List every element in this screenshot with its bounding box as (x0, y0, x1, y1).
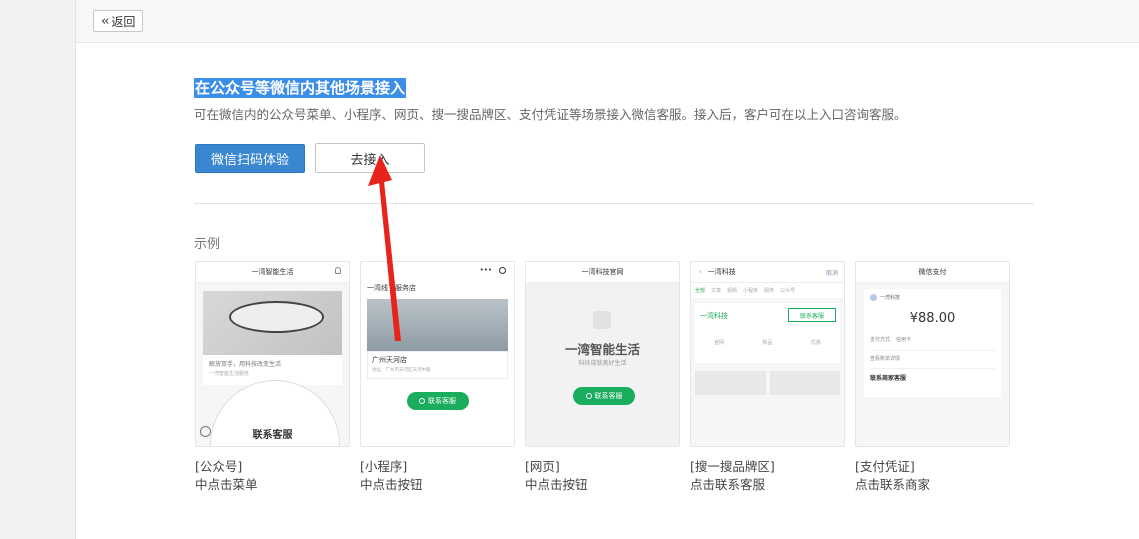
divider (194, 203, 1034, 204)
contact-service-button: 联系客服 (788, 308, 836, 322)
card-header: 微信支付 (856, 262, 1009, 283)
examples-label: 示例 (194, 237, 221, 252)
caption-title: [公众号] (195, 459, 243, 474)
search-query: 一湾科技 (707, 268, 736, 276)
button-label: 联系客服 (428, 397, 456, 405)
tab: 公众号 (780, 288, 796, 294)
pay-method-value: 信用卡 (896, 337, 912, 343)
icon-label: 优惠 (810, 340, 821, 346)
user-icon (335, 267, 341, 274)
card-text: 解放双手，用科技改变生活 (209, 361, 282, 368)
more-icon: ••• (479, 266, 492, 274)
caption-payment: [支付凭证] 点击联系商家 (855, 458, 930, 494)
tab: 文章 (711, 288, 722, 294)
brand-name: 一湾智能生活 (564, 342, 640, 357)
robot-vacuum-image (203, 291, 342, 355)
contact-service-button: 联系客服 (406, 392, 469, 410)
chevron-left-icon: ‹ (699, 268, 702, 276)
back-button[interactable]: ‹‹ 返回 (93, 10, 144, 32)
contact-merchant-row: 联系商家客服 (870, 368, 995, 382)
contact-service-menu: 联系客服 (252, 430, 293, 441)
card-subtext: 一湾智能生活服务 (209, 371, 250, 377)
card-header: 一湾科技官网 (526, 262, 679, 283)
caption-title: [网页] (525, 459, 560, 474)
caption-text: 中点击按钮 (525, 477, 588, 492)
brand-zone: 一湾科技 联系客服 官网 新品 优惠 (695, 303, 840, 363)
caption-text: 点击联系商家 (855, 477, 931, 492)
tab: 小程序 (743, 288, 759, 294)
back-label: 返回 (111, 14, 136, 29)
tab: 服务 (764, 288, 775, 294)
button-label: 联系客服 (594, 392, 623, 400)
merchant-name: 一湾科技 (880, 295, 901, 301)
page-title: 在公众号等微信内其他场景接入 (194, 78, 407, 98)
icon-label: 新品 (762, 340, 773, 346)
caption-search-brand: [搜一搜品牌区] 点击联系客服 (690, 458, 775, 494)
example-card-official-account: 一湾智能生活 解放双手，用科技改变生活 一湾智能生活服务 联系客服 (195, 261, 350, 447)
icon-label: 官网 (714, 340, 725, 346)
store-photo (367, 299, 508, 351)
double-chevron-left-icon: ‹‹ (101, 13, 110, 29)
top-bar: ‹‹ 返回 (76, 0, 1139, 43)
keyboard-icon (200, 426, 211, 437)
close-circle-icon (499, 267, 506, 274)
caption-title: [搜一搜品牌区] (690, 459, 775, 474)
bill-detail-row: 查看账单详情 (870, 350, 995, 362)
pay-method-label: 支付方式 (870, 337, 891, 343)
wechat-scan-button[interactable]: 微信扫码体验 (195, 144, 305, 173)
brand-slogan: 科技成就美好生活 (578, 360, 627, 367)
caption-official-account: [公众号] 中点击菜单 (195, 458, 258, 494)
brand-logo (593, 311, 611, 329)
brand-name: 一湾科技 (700, 312, 728, 320)
caption-mini-program: [小程序] 中点击按钮 (360, 458, 423, 494)
headset-icon (585, 393, 592, 399)
caption-webpage: [网页] 中点击按钮 (525, 458, 588, 494)
example-card-search-brand: ‹ 一湾科技 取消 全部 文章 视频 小程序 服务 公众号 一湾科技 联系客服 … (690, 261, 845, 447)
card-header: ••• (361, 262, 514, 282)
card-header-title: 一湾智能生活 (251, 268, 294, 276)
left-sidebar (0, 0, 76, 539)
caption-text: 中点击菜单 (195, 477, 258, 492)
store-name: 广州天河店 (372, 356, 407, 364)
card-header-title: 一湾科技官网 (581, 268, 624, 276)
card-header: ‹ 一湾科技 取消 (691, 262, 844, 283)
example-card-webpage: 一湾科技官网 一湾智能生活 科技成就美好生活 联系客服 (525, 261, 680, 447)
placeholder-block (695, 371, 766, 395)
caption-text: 中点击按钮 (360, 477, 423, 492)
caption-title: [小程序] (360, 459, 408, 474)
cancel-label: 取消 (825, 269, 838, 277)
caption-text: 点击联系客服 (690, 477, 766, 492)
merchant-icon (870, 294, 877, 301)
placeholder-block (769, 371, 840, 395)
example-card-payment: 微信支付 一湾科技 ¥88.00 支付方式 信用卡 查看账单详情 联系商家客服 (855, 261, 1010, 447)
store-address: 地址：广州市天河区天河中路 (372, 368, 431, 373)
payment-amount: ¥88.00 (909, 311, 956, 326)
tab: 全部 (695, 288, 706, 294)
caption-title: [支付凭证] (855, 459, 915, 474)
headset-icon (419, 398, 425, 404)
store-title: 一湾线下服务店 (367, 284, 416, 292)
contact-service-button: 联系客服 (573, 387, 635, 405)
example-card-mini-program: ••• 一湾线下服务店 广州天河店 地址：广州市天河区天河中路 联系客服 (360, 261, 515, 447)
card-header-title: 微信支付 (918, 268, 947, 276)
card-header: 一湾智能生活 (196, 262, 349, 283)
tab: 视频 (727, 288, 738, 294)
section-description: 可在微信内的公众号菜单、小程序、网页、搜一搜品牌区、支付凭证等场景接入微信客服。… (194, 107, 907, 122)
go-connect-button[interactable]: 去接入 (315, 143, 425, 173)
